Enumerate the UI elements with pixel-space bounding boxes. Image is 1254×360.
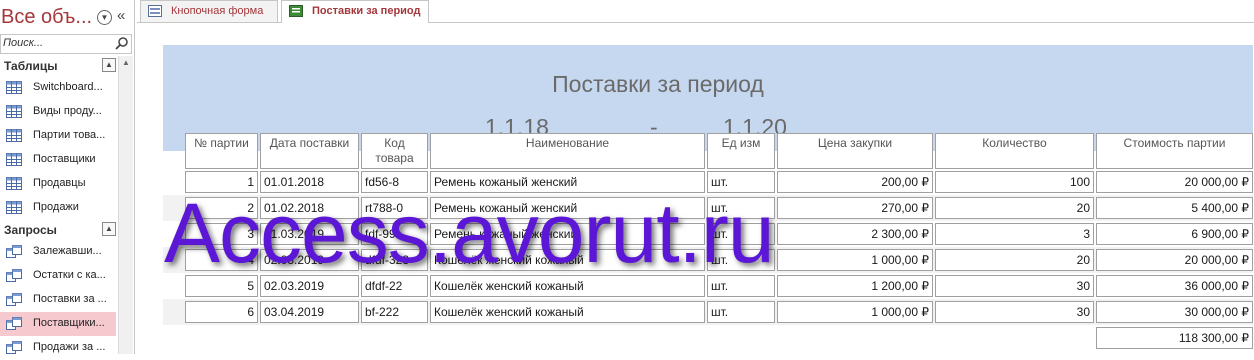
table-cell: 36 000,00 ₽ [1096,275,1253,297]
nav-item-label: Партии това... [33,129,106,141]
collapse-pane-icon[interactable]: « [117,7,125,24]
watermark-text: Access.avorut.ru [164,186,775,280]
query-icon [6,245,22,258]
form-icon [148,5,162,17]
query-icon [6,341,22,354]
table-cell: 2 300,00 ₽ [777,223,933,245]
nav-item[interactable]: Switchboard... [0,76,116,100]
table-icon [6,105,22,118]
table-cell: 20 000,00 ₽ [1096,249,1253,271]
nav-item[interactable]: Залежавши... [0,240,116,264]
table-cell: 30 [935,275,1094,297]
table-cell: 30 000,00 ₽ [1096,301,1253,323]
navigation-pane: Все объ... ▼ « Таблицы ▲ Switchboard... Вид… [0,0,135,354]
table-cell: 1 200,00 ₽ [777,275,933,297]
tab-label: Кнопочная форма [171,5,264,17]
table-cell: 6 [185,301,258,323]
scroll-up-icon[interactable]: ▲ [121,58,131,68]
nav-group-label: Запросы [4,223,57,237]
column-header: Стоимость партии [1096,133,1253,169]
nav-item-label: Остатки с ка... [33,269,106,281]
table-icon [6,129,22,142]
nav-group-label: Таблицы [4,59,58,73]
nav-group-tables[interactable]: Таблицы ▲ [0,56,118,76]
nav-item[interactable]: Виды проду... [0,100,116,124]
nav-item-label: Залежавши... [33,245,102,257]
nav-item[interactable]: Остатки с ка... [0,264,116,288]
nav-item-label: Виды проду... [33,105,102,117]
nav-item[interactable]: Продажи за ... [0,336,116,360]
query-icon [6,293,22,306]
column-header: Код товара [361,133,428,169]
table-cell: 200,00 ₽ [777,171,933,193]
chevron-up-icon[interactable]: ▲ [102,222,116,236]
nav-header: Все объ... ▼ « [0,0,134,36]
column-header: Ед изм [707,133,775,169]
tab-switchboard-form[interactable]: Кнопочная форма [140,0,278,22]
column-header: № партии [185,133,258,169]
nav-scrollbar[interactable]: ▲ [118,56,133,354]
table-cell: 6 900,00 ₽ [1096,223,1253,245]
table-cell: 5 400,00 ₽ [1096,197,1253,219]
table-cell: шт. [707,301,775,323]
query-icon [6,269,22,282]
table-cell: 3 [935,223,1094,245]
nav-item-label: Продажи за ... [33,341,106,353]
document-tab-strip: Кнопочная форма Поставки за период [137,0,1254,23]
nav-item[interactable]: Продавцы [0,172,116,196]
nav-item-label: Продавцы [33,177,86,189]
table-icon [6,153,22,166]
column-header: Количество [935,133,1094,169]
table-cell: Кошелёк женский кожаный [430,301,705,323]
tab-supplies-report[interactable]: Поставки за период [281,0,429,23]
nav-item[interactable]: Партии това... [0,124,116,148]
search-icon[interactable] [115,36,129,50]
nav-search-input[interactable] [3,36,111,50]
table-cell: bf-222 [361,301,428,323]
nav-item-label: Поставки за ... [33,293,107,305]
report-icon [289,5,303,17]
nav-item-label: Поставщики [33,153,96,165]
total-cost-cell: 118 300,00 ₽ [1096,327,1253,349]
table-cell: 30 [935,301,1094,323]
chevron-down-icon[interactable]: ▼ [97,10,112,25]
table-cell: 03.04.2019 [260,301,359,323]
column-header: Наименование [430,133,705,169]
table-cell: 270,00 ₽ [777,197,933,219]
chevron-up-icon[interactable]: ▲ [102,58,116,72]
nav-item[interactable]: Поставки за ... [0,288,116,312]
table-icon [6,81,22,94]
tab-label: Поставки за период [312,5,421,17]
table-cell: 20 [935,197,1094,219]
nav-item-label: Поставщики... [33,317,105,329]
column-header: Цена закупки [777,133,933,169]
nav-group-queries[interactable]: Запросы ▲ [0,220,118,240]
table-cell: 100 [935,171,1094,193]
nav-item[interactable]: Продажи [0,196,116,220]
table-cell: 20 [935,249,1094,271]
report-title: Поставки за период [552,71,764,97]
nav-item-label: Продажи [33,201,79,213]
table-icon [6,201,22,214]
nav-item-label: Switchboard... [33,81,103,93]
nav-item[interactable]: Поставщики... [0,312,116,336]
query-icon [6,317,22,330]
nav-item[interactable]: Поставщики [0,148,116,172]
nav-search-box [0,34,132,54]
table-icon [6,177,22,190]
column-header: Дата поставки [260,133,359,169]
table-cell: 1 000,00 ₽ [777,301,933,323]
table-cell: 1 000,00 ₽ [777,249,933,271]
nav-title[interactable]: Все объ... [1,6,92,29]
table-cell: 20 000,00 ₽ [1096,171,1253,193]
